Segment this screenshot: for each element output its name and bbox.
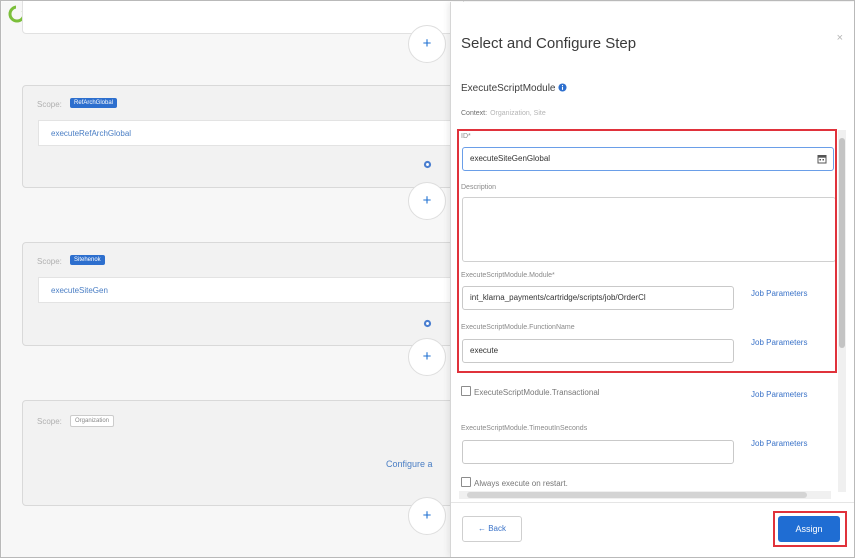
scrollbar-thumb[interactable] xyxy=(839,138,845,348)
panel-footer: ← Back Assign xyxy=(451,502,854,557)
function-name-label: ExecuteScriptModule.FunctionName xyxy=(461,324,575,331)
restart-checkbox[interactable] xyxy=(461,477,471,487)
calendar-icon[interactable] xyxy=(817,154,827,164)
timeout-input[interactable] xyxy=(462,440,734,464)
flow-card-organization: Scope: Organization Configure a xyxy=(22,400,464,506)
flow-card-sitegen: Scope: Sitehenok executeSiteGen xyxy=(22,242,464,346)
job-parameters-link[interactable]: Job Parameters xyxy=(751,338,807,347)
scope-label: Scope: xyxy=(37,417,62,426)
id-label: ID* xyxy=(461,133,471,140)
plus-icon: + xyxy=(422,507,432,524)
step-type-name: ExecuteScriptModule xyxy=(461,83,556,94)
add-step-button[interactable]: + xyxy=(408,182,446,220)
back-button[interactable]: ← Back xyxy=(462,516,522,542)
close-icon[interactable]: × xyxy=(837,32,843,44)
app-frame: + Scope: RefArchGlobal executeRefArchGlo… xyxy=(0,0,855,558)
configure-step-panel: Select and Configure Step × ExecuteScrip… xyxy=(450,2,854,557)
transactional-label: ExecuteScriptModule.Transactional xyxy=(474,388,600,397)
transactional-checkbox-row[interactable]: ExecuteScriptModule.Transactional xyxy=(461,386,600,397)
transactional-checkbox[interactable] xyxy=(461,386,471,396)
job-parameters-link[interactable]: Job Parameters xyxy=(751,289,807,298)
back-label: Back xyxy=(488,524,507,533)
flow-canvas: + Scope: RefArchGlobal executeRefArchGlo… xyxy=(2,1,464,557)
assign-button[interactable]: Assign xyxy=(778,516,840,542)
step-item[interactable]: executeRefArchGlobal xyxy=(38,120,463,146)
add-step-button[interactable]: + xyxy=(408,25,446,63)
scope-label: Scope: xyxy=(37,257,62,266)
module-input[interactable]: int_klarna_payments/cartridge/scripts/jo… xyxy=(462,286,734,310)
gear-icon[interactable] xyxy=(423,160,432,169)
gear-icon[interactable] xyxy=(423,319,432,328)
id-value: executeSiteGenGlobal xyxy=(470,154,551,163)
job-parameters-link[interactable]: Job Parameters xyxy=(751,439,807,448)
scope-badge: Organization xyxy=(70,415,115,427)
function-name-value: execute xyxy=(470,346,499,355)
description-textarea[interactable] xyxy=(462,197,836,262)
panel-title: Select and Configure Step xyxy=(461,35,637,52)
vertical-scrollbar[interactable] xyxy=(838,130,846,492)
context-line: Context: Organization, Site xyxy=(461,110,546,117)
context-value: Organization, Site xyxy=(490,110,546,117)
step-item[interactable]: executeSiteGen xyxy=(38,277,463,303)
arrow-left-icon: ← xyxy=(477,524,486,533)
description-label: Description xyxy=(461,184,497,191)
configure-link[interactable]: Configure a xyxy=(386,459,433,469)
info-icon[interactable] xyxy=(558,83,567,92)
horizontal-scrollbar[interactable] xyxy=(459,491,831,499)
add-step-button[interactable]: + xyxy=(408,497,446,535)
plus-icon: + xyxy=(422,35,432,52)
scope-label: Scope: xyxy=(37,100,62,109)
function-name-input[interactable]: execute xyxy=(462,339,734,363)
restart-label: Always execute on restart. xyxy=(474,479,568,488)
timeout-label: ExecuteScriptModule.TimeoutInSeconds xyxy=(461,425,588,432)
scope-badge: Sitehenok xyxy=(70,255,105,265)
scope-badge: RefArchGlobal xyxy=(70,98,118,108)
flow-start-box xyxy=(22,1,464,34)
id-input[interactable]: executeSiteGenGlobal xyxy=(462,147,834,171)
module-label: ExecuteScriptModule.Module* xyxy=(461,272,555,279)
flow-card-refarchglobal: Scope: RefArchGlobal executeRefArchGloba… xyxy=(22,85,464,188)
add-step-button[interactable]: + xyxy=(408,338,446,376)
job-parameters-link[interactable]: Job Parameters xyxy=(751,390,807,399)
plus-icon: + xyxy=(422,192,432,209)
module-value: int_klarna_payments/cartridge/scripts/jo… xyxy=(470,293,646,302)
plus-icon: + xyxy=(422,348,432,365)
restart-checkbox-row[interactable]: Always execute on restart. xyxy=(461,477,568,488)
scrollbar-thumb[interactable] xyxy=(467,492,807,498)
context-label: Context: xyxy=(461,110,488,117)
